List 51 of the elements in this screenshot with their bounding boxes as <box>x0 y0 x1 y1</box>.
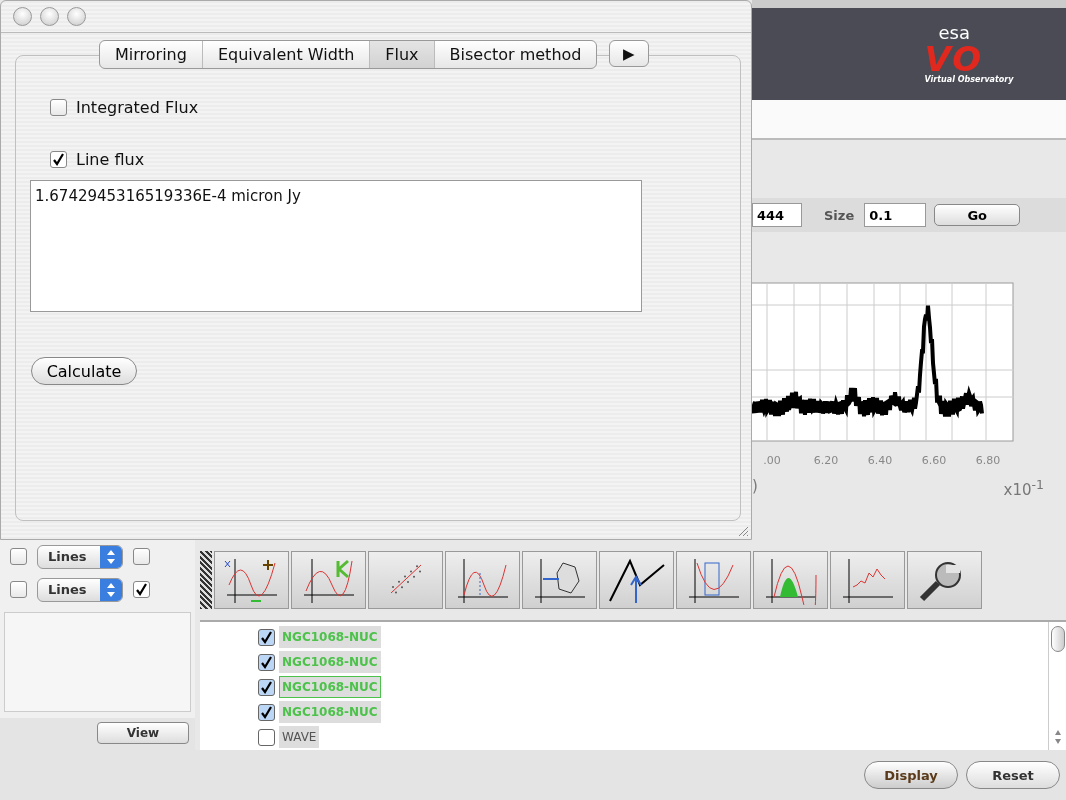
reset-button[interactable]: Reset <box>966 761 1060 789</box>
logo-text: esa <box>937 24 970 42</box>
display-button[interactable]: Display <box>864 761 958 789</box>
stepper-icon[interactable] <box>100 545 122 568</box>
tick-label: 6.60 <box>920 454 948 467</box>
stepper-icon[interactable] <box>100 578 122 601</box>
size-label: Size <box>824 207 855 223</box>
scroll-thumb[interactable] <box>1050 626 1065 652</box>
minimize-window-icon[interactable] <box>40 7 59 26</box>
spectrum-name[interactable]: WAVE <box>279 726 320 748</box>
go-button[interactable]: Go <box>934 204 1021 226</box>
toolbar-button[interactable] <box>907 551 982 609</box>
view-button[interactable]: View <box>97 722 189 744</box>
checkbox[interactable] <box>10 581 27 598</box>
position-field[interactable]: 444 <box>752 203 802 227</box>
checkbox[interactable] <box>10 548 27 565</box>
tick-label: .00 <box>762 454 782 467</box>
more-tabs-button[interactable]: ▶ <box>609 40 650 67</box>
tab[interactable]: Flux <box>370 41 435 68</box>
result-text-area[interactable]: 1.6742945316519336E-4 micron Jy <box>30 180 642 312</box>
calculate-button[interactable]: Calculate <box>31 357 137 385</box>
close-window-icon[interactable] <box>13 7 32 26</box>
scroll-arrows-icon[interactable] <box>1052 728 1063 746</box>
checkbox-label: Integrated Flux <box>76 97 199 117</box>
tick-label: 6.20 <box>812 454 840 467</box>
checkbox[interactable] <box>258 678 275 696</box>
size-field[interactable]: 0.1 <box>864 203 927 227</box>
toolbar-grip <box>200 551 212 609</box>
axis-label: ) <box>752 477 758 497</box>
checkbox[interactable] <box>133 581 150 598</box>
scrollbar[interactable] <box>1048 622 1066 750</box>
resize-grip-icon[interactable] <box>737 525 749 537</box>
logo-caption: Virtual Observatory <box>924 76 1014 84</box>
checkbox[interactable] <box>133 548 150 565</box>
checkbox[interactable] <box>50 150 67 168</box>
tick-label: 6.80 <box>974 454 1002 467</box>
checkbox[interactable] <box>50 98 67 116</box>
checkbox[interactable] <box>258 703 275 721</box>
tick-label: 6.40 <box>866 454 894 467</box>
tab[interactable]: Bisector method <box>434 41 597 68</box>
style-select[interactable]: Lines <box>37 577 123 602</box>
checkbox[interactable] <box>258 653 275 671</box>
tab[interactable]: Mirroring <box>100 41 203 68</box>
checkbox[interactable] <box>258 728 275 746</box>
axis-scale: x10$^{-1}$ <box>1003 477 1044 499</box>
logo-text: VO <box>924 42 984 76</box>
style-select[interactable]: Lines <box>37 544 123 569</box>
checkbox-label: Line flux <box>76 149 145 169</box>
checkbox[interactable] <box>258 628 275 646</box>
zoom-window-icon[interactable] <box>67 7 86 26</box>
toolbar-button[interactable] <box>599 551 674 609</box>
